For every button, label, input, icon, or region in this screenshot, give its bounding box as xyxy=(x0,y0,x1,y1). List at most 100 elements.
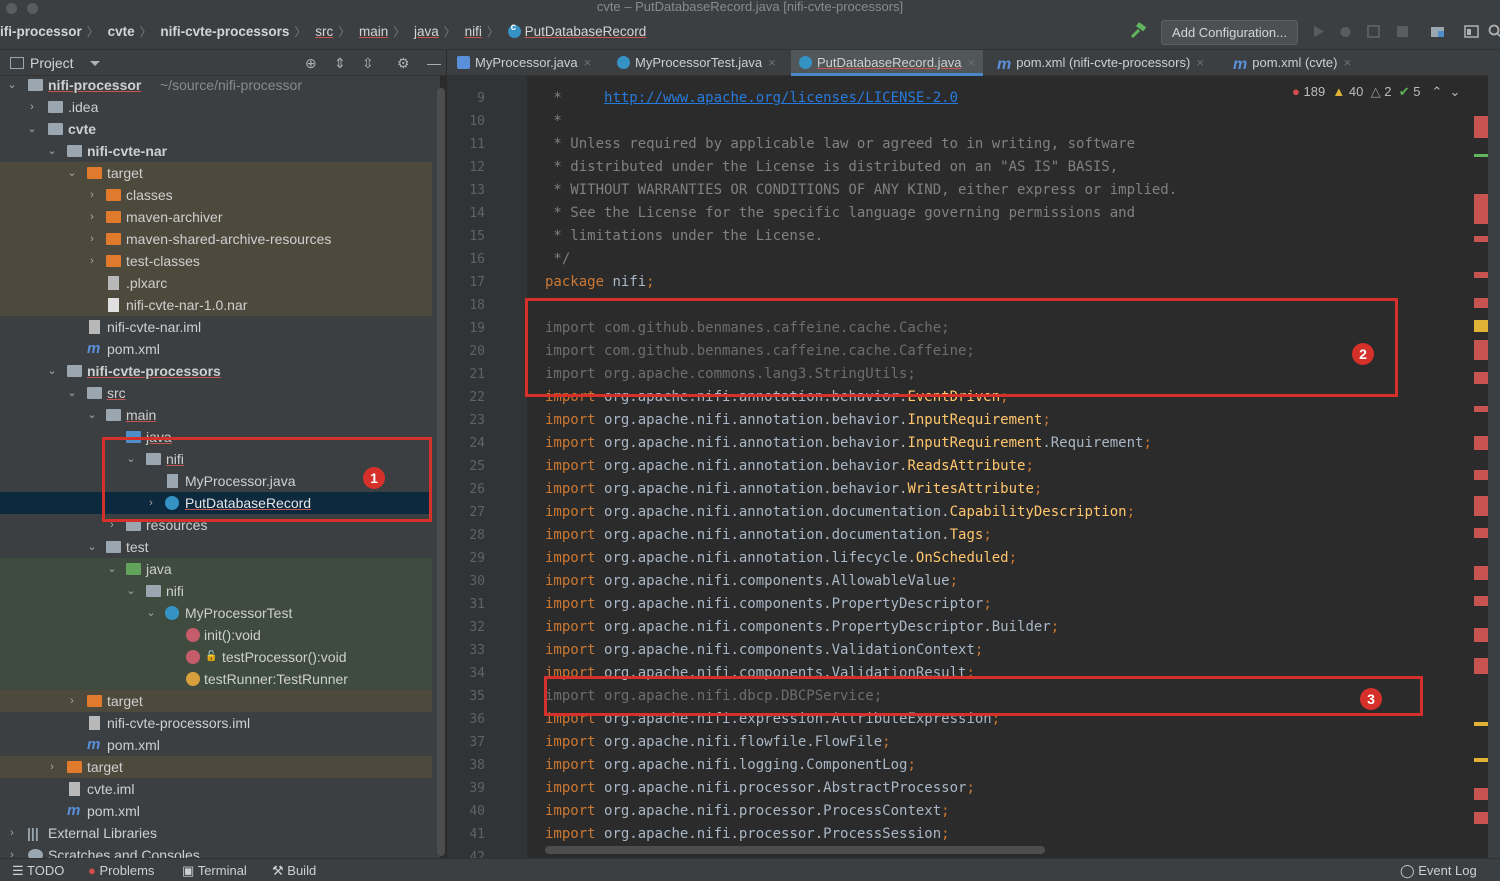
search-icon[interactable] xyxy=(1488,24,1500,39)
error-stripe-marker[interactable] xyxy=(1474,236,1488,242)
chevron-down-icon[interactable]: ⌄ xyxy=(86,404,98,426)
error-stripe-marker[interactable] xyxy=(1474,154,1488,157)
code-editor[interactable]: 9 10 11 12 13 14 15 16 17 18 19 20 21 22… xyxy=(447,76,1488,858)
chevron-down-icon[interactable]: ⌄ xyxy=(125,580,137,602)
tree-item-maven-shared-archive-resources[interactable]: › maven-shared-archive-resources xyxy=(0,228,432,250)
project-tree-scrollbar[interactable] xyxy=(437,88,445,856)
hide-panel-icon[interactable]: — xyxy=(427,55,441,71)
tree-item-nar-file[interactable]: nifi-cvte-nar-1.0.nar xyxy=(0,294,432,316)
breadcrumb-item[interactable]: nifi-cvte-processors xyxy=(160,24,289,39)
maven-tool-window-strip[interactable] xyxy=(1488,50,1500,858)
tree-item-testrunner[interactable]: testRunner:TestRunner xyxy=(0,668,432,690)
error-stripe-marker[interactable] xyxy=(1474,496,1488,516)
tab-myprocessortest[interactable]: MyProcessorTest.java × xyxy=(617,50,776,76)
error-stripe-marker[interactable] xyxy=(1474,658,1488,674)
tree-item-target[interactable]: ⌄ target xyxy=(0,162,432,184)
expand-all-icon[interactable]: ⇕ xyxy=(334,55,346,72)
error-stripe-marker[interactable] xyxy=(1474,340,1488,360)
terminal-tool-button[interactable]: ▣ Terminal xyxy=(182,863,247,879)
add-configuration-button[interactable]: Add Configuration... xyxy=(1161,20,1298,45)
chevron-down-icon[interactable]: ⌄ xyxy=(46,140,58,162)
close-icon[interactable]: × xyxy=(968,55,976,70)
stop-icon[interactable] xyxy=(1395,24,1410,39)
coverage-icon[interactable] xyxy=(1366,24,1381,39)
chevron-down-icon[interactable]: ⌄ xyxy=(1449,84,1460,99)
tab-putdatabaserecord[interactable]: PutDatabaseRecord.java × xyxy=(791,50,984,76)
error-stripe-marker[interactable] xyxy=(1474,596,1488,606)
run-icon[interactable] xyxy=(1311,24,1326,39)
tree-item-external-libraries[interactable]: › ||| External Libraries xyxy=(0,822,432,844)
close-icon[interactable]: × xyxy=(768,55,776,70)
tree-item-main[interactable]: ⌄ main xyxy=(0,404,432,426)
tree-item-processors-iml[interactable]: nifi-cvte-processors.iml xyxy=(0,712,432,734)
tree-item-cvte-pom[interactable]: m pom.xml xyxy=(0,800,432,822)
error-stripe-marker[interactable] xyxy=(1474,406,1488,412)
problems-tool-button[interactable]: ● Problems xyxy=(88,863,154,878)
tree-item-scratches[interactable]: › Scratches and Consoles xyxy=(0,844,432,858)
tree-item-nifi-processor[interactable]: ⌄ nifi-processor ~/source/nifi-processor xyxy=(0,76,432,96)
project-view-selector[interactable]: Project xyxy=(30,55,74,71)
error-stripe-marker[interactable] xyxy=(1474,470,1488,480)
locate-file-icon[interactable]: ⊕ xyxy=(305,55,317,72)
chevron-down-icon[interactable]: ⌄ xyxy=(145,602,157,624)
gear-icon[interactable]: ⚙ xyxy=(397,55,410,72)
tree-item-nifi-cvte-nar[interactable]: ⌄ nifi-cvte-nar xyxy=(0,140,432,162)
chevron-right-icon[interactable]: › xyxy=(6,822,18,844)
error-stripe-marker[interactable] xyxy=(1474,194,1488,224)
tree-item-nar-iml[interactable]: nifi-cvte-nar.iml xyxy=(0,316,432,338)
error-stripe-marker[interactable] xyxy=(1474,372,1488,384)
error-stripe-marker[interactable] xyxy=(1474,758,1488,762)
chevron-down-icon[interactable]: ⌄ xyxy=(66,162,78,184)
chevron-right-icon[interactable]: › xyxy=(86,250,98,272)
error-stripe-marker[interactable] xyxy=(1474,116,1488,138)
chevron-right-icon[interactable]: › xyxy=(86,206,98,228)
tab-pom-cvte[interactable]: m pom.xml (cvte) × xyxy=(1233,50,1351,76)
close-icon[interactable]: × xyxy=(1343,55,1351,70)
chevron-right-icon[interactable]: › xyxy=(86,228,98,250)
chevron-up-icon[interactable]: ⌃ xyxy=(1431,84,1442,99)
error-stripe-marker[interactable] xyxy=(1474,528,1488,538)
breadcrumb-item[interactable]: main xyxy=(359,24,388,39)
error-stripe-marker[interactable] xyxy=(1474,320,1488,332)
todo-tool-button[interactable]: ☰ TODO xyxy=(12,863,64,879)
close-icon[interactable]: × xyxy=(1196,55,1204,70)
tree-item-test-java[interactable]: ⌄ java xyxy=(0,558,432,580)
collapse-all-icon[interactable]: ⇳ xyxy=(362,55,374,72)
chevron-right-icon[interactable]: › xyxy=(6,844,18,858)
editor-horizontal-scrollbar[interactable] xyxy=(545,846,1045,854)
error-stripe-marker[interactable] xyxy=(1474,436,1488,450)
tree-item-test-classes[interactable]: › test-classes xyxy=(0,250,432,272)
tree-item-processors-pom[interactable]: m pom.xml xyxy=(0,734,432,756)
layout-icon[interactable] xyxy=(1464,24,1479,39)
tree-item-init[interactable]: init():void xyxy=(0,624,432,646)
tree-item-classes[interactable]: › classes xyxy=(0,184,432,206)
debug-icon[interactable] xyxy=(1338,24,1353,39)
line-number-gutter[interactable]: 9 10 11 12 13 14 15 16 17 18 19 20 21 22… xyxy=(447,76,527,858)
error-stripe-marker[interactable] xyxy=(1474,272,1488,278)
inspection-widget[interactable]: ● 189 ▲ 40 △ 2 ✔ 5 ⌃ ⌄ xyxy=(1292,84,1460,100)
error-stripe-marker[interactable] xyxy=(1474,788,1488,800)
tree-item-cvte[interactable]: ⌄ cvte xyxy=(0,118,432,140)
error-stripe-marker[interactable] xyxy=(1474,812,1488,824)
tree-item-myprocessortest[interactable]: ⌄ MyProcessorTest xyxy=(0,602,432,624)
tab-pom-processors[interactable]: m pom.xml (nifi-cvte-processors) × xyxy=(997,50,1204,76)
tree-item-processors-target[interactable]: › target xyxy=(0,690,432,712)
chevron-down-icon[interactable]: ⌄ xyxy=(6,76,18,96)
tab-myprocessor[interactable]: MyProcessor.java × xyxy=(457,50,591,76)
tree-item-test[interactable]: ⌄ test xyxy=(0,536,432,558)
chevron-down-icon[interactable]: ⌄ xyxy=(46,360,58,382)
tree-item-cvte-target[interactable]: › target xyxy=(0,756,432,778)
breadcrumb-item[interactable]: src xyxy=(315,24,333,39)
error-stripe-marker[interactable] xyxy=(1474,722,1488,726)
chevron-down-icon[interactable]: ⌄ xyxy=(86,536,98,558)
breadcrumb-item[interactable]: nifi xyxy=(465,24,482,39)
breadcrumb-item[interactable]: PutDatabaseRecord xyxy=(525,24,647,39)
code-link[interactable]: http://www.apache.org/licenses/LICENSE-2… xyxy=(604,90,958,106)
chevron-down-icon[interactable] xyxy=(90,61,100,66)
chevron-down-icon[interactable]: ⌄ xyxy=(106,558,118,580)
chevron-down-icon[interactable]: ⌄ xyxy=(26,118,38,140)
chevron-down-icon[interactable]: ⌄ xyxy=(66,382,78,404)
project-structure-icon[interactable] xyxy=(1430,24,1445,39)
chevron-right-icon[interactable]: › xyxy=(26,96,38,118)
error-stripe-marker[interactable] xyxy=(1474,628,1488,642)
